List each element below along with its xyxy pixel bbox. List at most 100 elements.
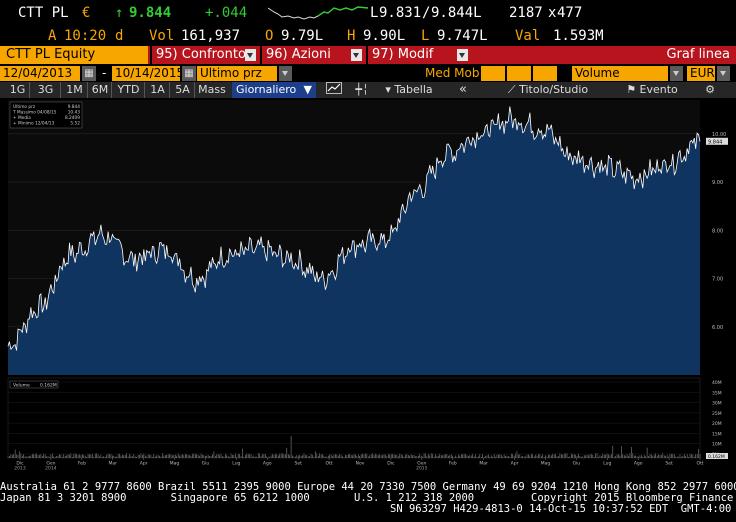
start-date-field[interactable]: 12/04/2013: [0, 66, 80, 81]
legend-label-min: + Minimo 12/04/13: [13, 121, 55, 127]
menu-edit[interactable]: 97) Modif: [366, 46, 470, 64]
date-dash: -: [102, 66, 107, 80]
title-study-icon: ⟋: [507, 83, 520, 96]
period-3g[interactable]: 3G: [31, 82, 61, 98]
period-1a[interactable]: 1A: [146, 82, 170, 98]
period-ytd[interactable]: YTD: [113, 82, 145, 98]
volume-legend-value: 0.162M: [40, 383, 57, 389]
legend-label-max: T Massimo 04/08/15: [12, 110, 57, 116]
high-label: H: [347, 28, 356, 44]
menu-edit-num: 97): [372, 47, 394, 62]
period-max[interactable]: Mass: [196, 82, 228, 98]
price-type-select[interactable]: Ultimo prz: [197, 66, 277, 81]
quote-time: 10:20: [64, 28, 107, 44]
double-chevron-left-icon[interactable]: «: [450, 82, 476, 98]
menu-actions[interactable]: 96) Azioni: [260, 46, 364, 64]
price-type-dropdown-icon[interactable]: [279, 66, 292, 81]
y-tick-label: 8.00: [712, 228, 723, 234]
end-date-field[interactable]: 10/14/2015: [112, 66, 184, 81]
volume-last-tag: 0.162M: [708, 454, 725, 460]
ticker[interactable]: CTT PL: [18, 5, 69, 21]
period-5a[interactable]: 5A: [171, 82, 195, 98]
ask-size: 477: [557, 5, 583, 21]
menu-actions-num: 96): [266, 47, 288, 62]
calendar-end-icon[interactable]: ▦: [182, 66, 196, 81]
security-name[interactable]: CTT PL Equity: [0, 46, 148, 64]
x-month-label: Giu: [202, 461, 210, 467]
volume-panel: [7, 377, 701, 459]
event-label: Evento: [639, 83, 678, 96]
legend-value-max: 10.43: [68, 110, 81, 116]
study-select[interactable]: Volume: [572, 66, 668, 81]
ma-field-2[interactable]: [507, 66, 531, 81]
moving-average-label: Med Mob: [425, 66, 480, 80]
bid-price: 9.831: [379, 5, 422, 21]
y-tick-label: 9.00: [712, 180, 723, 186]
open-value: 9.79L: [281, 28, 324, 44]
table-label: Tabella: [394, 83, 433, 96]
title-study-button[interactable]: ⟋ Titolo/Studio: [500, 82, 596, 98]
function-menu-bar: CTT PL Equity 95) Confronto 96) Azioni 9…: [0, 46, 736, 64]
x-month-label: Apr: [511, 461, 519, 467]
ma-field-1[interactable]: [481, 66, 505, 81]
study-dropdown-icon[interactable]: [670, 66, 683, 81]
table-button[interactable]: ▾ Tabella: [380, 82, 438, 98]
menu-compare-num: 95): [156, 47, 178, 62]
settings-gear-icon[interactable]: ⚙: [700, 82, 720, 98]
x-month-label: Dic: [387, 461, 395, 467]
up-arrow-icon: ↑: [115, 5, 124, 21]
volume-tick-label: 30M: [712, 401, 722, 407]
x-month-label: Lug: [603, 461, 611, 467]
time-flag: d: [115, 28, 124, 44]
x-month-label: Ago: [263, 461, 272, 467]
actions-dropdown-icon[interactable]: [351, 49, 362, 61]
volume-tick-label: 35M: [712, 390, 722, 396]
calendar-start-icon[interactable]: ▦: [82, 66, 96, 81]
val-label: Val: [515, 28, 541, 44]
x-month-label: Mag: [170, 461, 180, 467]
volume-tick-label: 15M: [712, 431, 722, 437]
legend-label-last: Ultimo prz: [13, 104, 36, 110]
chart-toolbar: 1G 3G 1M 6M YTD 1A 5A Mass Giornaliero ▼…: [0, 82, 736, 98]
period-6m[interactable]: 6M: [89, 82, 112, 98]
period-1m[interactable]: 1M: [62, 82, 88, 98]
chart-type-label: Graf linea: [666, 47, 730, 62]
val-value: 1.593M: [553, 28, 604, 44]
y-tick-label: 10.00: [712, 132, 726, 138]
frequency-select[interactable]: Giornaliero ▼: [232, 82, 316, 98]
menu-compare-label: Confronto: [181, 47, 246, 62]
menu-compare[interactable]: 95) Confronto: [150, 46, 258, 64]
low-label: L: [421, 28, 430, 44]
crosshair-icon[interactable]: ┿╎: [351, 82, 373, 98]
x-month-label: Set: [294, 461, 302, 467]
x-month-label: Ago: [634, 461, 643, 467]
quote-header: CTT PL € ↑ 9.844 +.044 L 9.831 / 9.844L …: [0, 0, 736, 26]
volume-value: 161,937: [181, 28, 241, 44]
x-month-label: Ott: [326, 461, 333, 467]
price-volume-chart[interactable]: 10.00 9.00 8.00 7.00 6.00 9.844 40M 35M 30M 25M 20…: [0, 98, 736, 470]
x-month-label: Ott: [696, 461, 703, 467]
bid-size: 2187: [509, 5, 543, 21]
menu-edit-label: Modif: [397, 47, 434, 62]
x-month-label: Nov: [356, 461, 365, 467]
currency-select[interactable]: EUR: [687, 66, 715, 81]
high-value: 9.90L: [363, 28, 406, 44]
x-month-label: Mar: [479, 461, 488, 467]
period-1g[interactable]: 1G: [6, 82, 30, 98]
edit-dropdown-icon[interactable]: [457, 49, 468, 61]
bid-prefix: L: [370, 5, 379, 21]
event-button[interactable]: ⚑ Evento: [618, 82, 686, 98]
footer-line-3: SN 963297 H429-4813-0 14-Oct-15 10:37:52…: [390, 503, 732, 515]
ask-flag: A: [48, 28, 57, 44]
compare-dropdown-icon[interactable]: [245, 49, 256, 61]
volume-legend-label: Volume: [13, 383, 30, 389]
volume-tick-label: 25M: [712, 411, 722, 417]
line-draw-icon[interactable]: [322, 82, 346, 98]
flag-icon: ⚑: [626, 83, 640, 96]
ma-field-3[interactable]: [533, 66, 557, 81]
date-range-bar: 12/04/2013 ▦ - 10/14/2015 ▦ Ultimo prz M…: [0, 65, 736, 82]
volume-tick-label: 10M: [712, 442, 722, 448]
x-month-label: Mag: [541, 461, 551, 467]
currency-dropdown-icon[interactable]: [717, 66, 730, 81]
currency-symbol: €: [82, 5, 91, 21]
